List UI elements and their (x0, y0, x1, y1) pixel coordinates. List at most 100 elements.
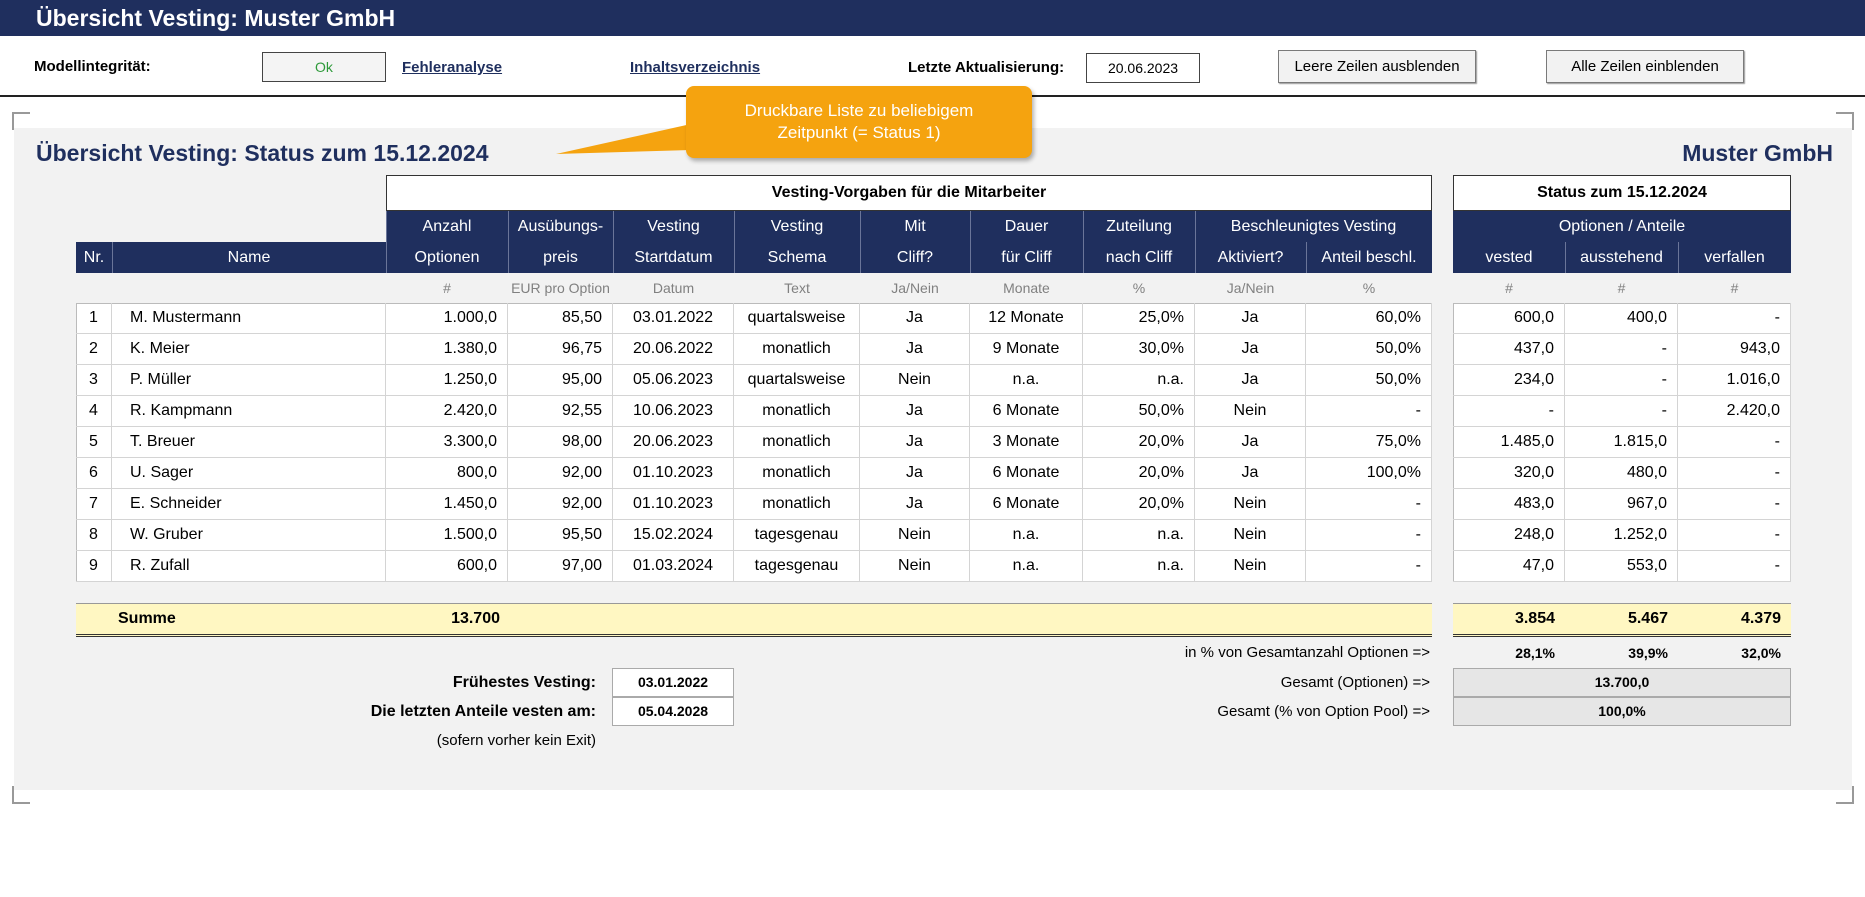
toc-link[interactable]: Inhaltsverzeichnis (630, 59, 760, 76)
col-header-top-1: Ausübungs- (517, 218, 604, 235)
header-separator (613, 211, 614, 273)
table-cell: 92,55 (508, 396, 613, 426)
header-separator (860, 211, 861, 273)
unit-3: Text (784, 280, 810, 296)
earliest-vesting-label: Frühestes Vesting: (452, 674, 596, 691)
col-header-right-2: verfallen (1704, 249, 1765, 266)
table-cell: n.a. (970, 551, 1083, 581)
table-cell: 800,0 (386, 458, 508, 488)
table-cell: Nein (860, 551, 970, 581)
unit-8: % (1362, 280, 1376, 296)
table-cell: 20.06.2022 (613, 334, 734, 364)
col-header-right-1: ausstehend (1580, 249, 1663, 266)
table-cell: 50,0% (1083, 396, 1195, 426)
table-cell: - (1565, 396, 1678, 426)
callout-line-2: Zeitpunkt (= Status 1) (777, 123, 941, 142)
table-cell: 1.250,0 (386, 365, 508, 395)
table-cell: P. Müller (112, 365, 386, 395)
table-cell: Nein (1195, 396, 1306, 426)
col-header-nr: Nr. (83, 249, 105, 266)
show-all-rows-button[interactable]: Alle Zeilen einblenden (1546, 50, 1744, 83)
col-header-top-7: Beschleunigtes Vesting (1230, 218, 1397, 235)
table-cell: 92,00 (508, 458, 613, 488)
last-vesting-value: 05.04.2028 (612, 697, 734, 726)
hide-empty-rows-button[interactable]: Leere Zeilen ausblenden (1278, 50, 1476, 83)
col-header-bottom-4: Cliff? (896, 249, 934, 266)
report-title: Übersicht Vesting: Status zum 15.12.2024 (36, 140, 489, 166)
row-divider (76, 581, 1432, 582)
error-analysis-link[interactable]: Fehleranalyse (402, 59, 502, 76)
pct-label: in % von Gesamtanzahl Optionen => (1184, 644, 1430, 661)
table-cell: 437,0 (1453, 334, 1565, 364)
table-cell: K. Meier (112, 334, 386, 364)
print-corner-tr (1836, 112, 1854, 130)
callout-note: Druckbare Liste zu beliebigem Zeitpunkt … (686, 86, 1032, 158)
unit-0: # (443, 280, 451, 296)
table-cell: - (1678, 427, 1791, 457)
table-cell: tagesgenau (734, 520, 860, 550)
table-cell: 10.06.2023 (613, 396, 734, 426)
table-cell: 15.02.2024 (613, 520, 734, 550)
table-cell: 943,0 (1678, 334, 1791, 364)
table-cell: 6 Monate (970, 396, 1083, 426)
table-cell: - (1565, 365, 1678, 395)
table-cell: - (1453, 396, 1565, 426)
table-cell: 25,0% (1083, 303, 1195, 333)
table-cell: 967,0 (1565, 489, 1678, 519)
table-cell: 553,0 (1565, 551, 1678, 581)
table-cell: monatlich (734, 458, 860, 488)
table-cell: U. Sager (112, 458, 386, 488)
table-cell: Ja (1195, 365, 1306, 395)
table-cell: monatlich (734, 396, 860, 426)
group-header-status: Status zum 15.12.2024 (1453, 175, 1791, 211)
table-cell: 92,00 (508, 489, 613, 519)
table-cell: Ja (860, 427, 970, 457)
table-cell: n.a. (1083, 551, 1195, 581)
unit-6: % (1132, 280, 1146, 296)
table-cell: - (1306, 551, 1432, 581)
table-cell: n.a. (1083, 520, 1195, 550)
table-cell: 6 Monate (970, 489, 1083, 519)
sum-label: Summe (118, 610, 176, 627)
table-cell: 5 (76, 427, 112, 457)
table-cell: Ja (860, 489, 970, 519)
table-cell: 05.06.2023 (613, 365, 734, 395)
col-header-name: Name (227, 249, 271, 266)
model-integrity-status: Ok (262, 52, 386, 82)
table-cell: n.a. (970, 365, 1083, 395)
report-company: Muster GmbH (1682, 140, 1833, 166)
table-cell: monatlich (734, 334, 860, 364)
table-cell: 1.485,0 (1453, 427, 1565, 457)
last-update-label: Letzte Aktualisierung: (908, 59, 1065, 76)
unit-2: Datum (652, 280, 695, 296)
table-cell: 1 (76, 303, 112, 333)
table-cell: 75,0% (1306, 427, 1432, 457)
total-pool-value: 100,0% (1453, 697, 1791, 726)
unit-1: EUR pro Option (511, 280, 610, 296)
pct-vested: 28,1% (1515, 645, 1555, 661)
table-cell: Ja (1195, 334, 1306, 364)
table-cell: R. Kampmann (112, 396, 386, 426)
table-cell: 1.450,0 (386, 489, 508, 519)
table-cell: 100,0% (1306, 458, 1432, 488)
col-header-bottom-3: Schema (767, 249, 827, 266)
print-corner-tl (12, 112, 30, 130)
table-cell: 60,0% (1306, 303, 1432, 333)
row-divider (1453, 581, 1791, 582)
col-header-bottom-2: Startdatum (634, 249, 713, 266)
total-options-label: Gesamt (Optionen) => (1280, 674, 1430, 691)
col-header-right-0: vested (1485, 249, 1533, 266)
header-separator (112, 242, 113, 273)
table-cell: - (1306, 396, 1432, 426)
table-cell: - (1678, 303, 1791, 333)
print-corner-br (1836, 786, 1854, 804)
table-cell: 20,0% (1083, 489, 1195, 519)
col-header-bottom-7: Aktiviert? (1217, 249, 1284, 266)
unit-10: # (1617, 280, 1626, 296)
last-update-field[interactable]: 20.06.2023 (1086, 53, 1200, 83)
table-cell: 9 (76, 551, 112, 581)
table-cell: 234,0 (1453, 365, 1565, 395)
table-cell: 01.10.2023 (613, 458, 734, 488)
table-cell: 400,0 (1565, 303, 1678, 333)
table-cell: - (1306, 520, 1432, 550)
